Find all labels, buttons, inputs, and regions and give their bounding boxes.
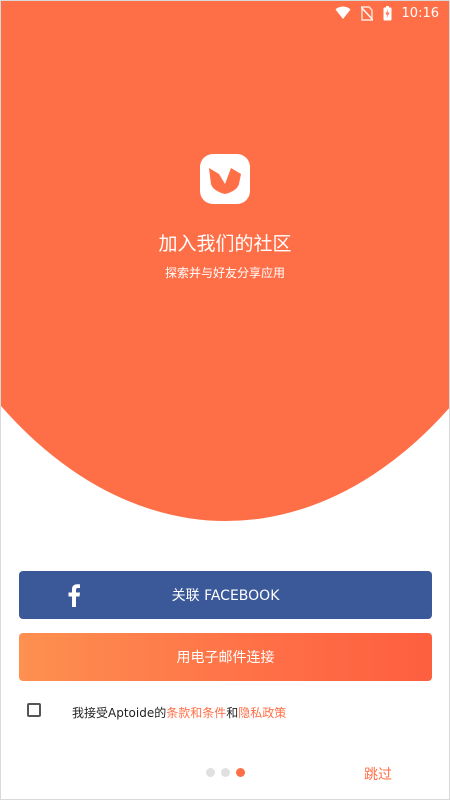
privacy-link[interactable]: 隐私政策: [238, 706, 286, 720]
facebook-icon: [68, 584, 80, 607]
terms-text: 我接受Aptoide的条款和条件和隐私政策: [72, 704, 286, 721]
page-subtitle: 探索并与好友分享应用: [164, 266, 285, 280]
wifi-icon: [335, 6, 351, 19]
page-dot: [221, 768, 230, 777]
terms-row: 我接受Aptoide的条款和条件和隐私政策: [27, 703, 286, 720]
facebook-button-label: 关联 FACEBOOK: [171, 588, 280, 604]
no-sim-icon: [360, 5, 373, 21]
email-connect-button[interactable]: 用电子邮件连接: [19, 633, 432, 681]
page-indicator: [206, 768, 245, 777]
page-dot-active: [236, 768, 245, 777]
page-dot: [206, 768, 215, 777]
terms-prefix: 我接受Aptoide的: [72, 706, 167, 720]
facebook-connect-button[interactable]: 关联 FACEBOOK: [19, 571, 432, 619]
hero-background: [1, 1, 449, 521]
terms-conjunction: 和: [226, 706, 239, 720]
skip-button[interactable]: 跳过: [364, 764, 392, 784]
email-button-label: 用电子邮件连接: [176, 650, 275, 666]
terms-link[interactable]: 条款和条件: [166, 706, 226, 720]
terms-checkbox[interactable]: [27, 703, 41, 717]
onboarding-screen: 10:16 加入我们的社区 探索并与好友分享应用 关联 FACEBOOK 用电子…: [0, 0, 450, 800]
battery-charging-icon: [383, 5, 392, 20]
clock: 10:16: [401, 5, 439, 21]
status-bar: 10:16: [1, 1, 449, 25]
aptoide-logo-icon: [200, 154, 250, 204]
page-title: 加入我们的社区: [158, 233, 292, 255]
